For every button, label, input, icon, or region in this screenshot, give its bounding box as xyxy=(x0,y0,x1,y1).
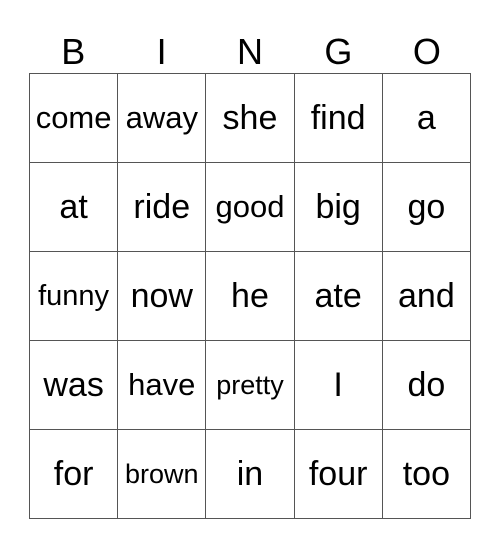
grid-cell: come xyxy=(28,73,119,163)
grid-cell: ride xyxy=(117,162,207,252)
header-letter-o: O xyxy=(412,31,441,72)
grid-cell: I xyxy=(293,340,383,430)
grid-cell: go xyxy=(381,162,472,252)
grid-cell: find xyxy=(293,73,383,163)
grid-cell: brown xyxy=(117,429,207,519)
grid-cell: good xyxy=(205,162,295,252)
grid-cell: do xyxy=(381,340,472,430)
grid-cell: big xyxy=(293,162,383,252)
grid-cell: now xyxy=(117,251,207,341)
grid-cell: for xyxy=(28,429,119,519)
grid-cell: at xyxy=(28,162,119,252)
grid-row: for brown in four too xyxy=(28,429,472,519)
header-letter-g: G xyxy=(324,31,353,72)
header-letter-i: I xyxy=(156,31,167,72)
grid-cell: funny xyxy=(28,251,119,341)
grid-cell: have xyxy=(117,340,207,430)
bingo-header: B I N G O xyxy=(29,32,471,72)
grid-cell: he xyxy=(205,251,295,341)
grid-cell: too xyxy=(381,429,472,519)
grid-cell: in xyxy=(205,429,295,519)
grid-cell: pretty xyxy=(205,340,295,430)
grid-cell: she xyxy=(205,73,295,163)
grid-cell: was xyxy=(28,340,119,430)
grid-row: was have pretty I do xyxy=(28,340,472,430)
grid-cell: and xyxy=(381,251,472,341)
header-letter-b: B xyxy=(61,31,86,72)
grid-row: funny now he ate and xyxy=(28,251,472,341)
header-letter-n: N xyxy=(237,31,264,72)
grid-row: at ride good big go xyxy=(28,162,472,252)
grid-cell: away xyxy=(117,73,207,163)
grid-cell: a xyxy=(381,73,472,163)
grid-cell: ate xyxy=(293,251,383,341)
grid-cell: four xyxy=(293,429,383,519)
grid-row: come away she find a xyxy=(28,73,472,163)
bingo-grid: come away she find a at ride good big go… xyxy=(28,73,472,519)
